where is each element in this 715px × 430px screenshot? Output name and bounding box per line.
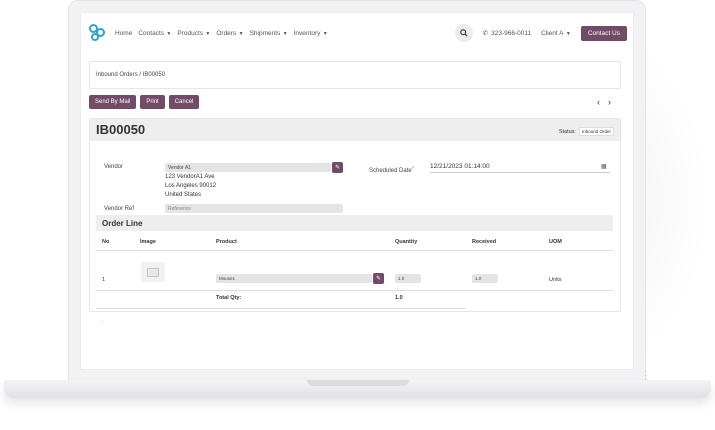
status-label: Status: [558, 128, 576, 135]
laptop-side-ports: · · · [645, 369, 647, 383]
col-header-image: Image [140, 239, 156, 245]
status-badge: Inbound Order [578, 127, 614, 136]
phone-link[interactable]: ✆ 323-966-0011 [482, 29, 532, 38]
col-header-quantity: Quantity [395, 239, 418, 245]
contact-us-button[interactable]: Contact Us [580, 25, 627, 41]
breadcrumb: Inbound Orders / IB00050 [89, 61, 621, 89]
header-divider [96, 250, 613, 251]
phone-icon: ✆ [482, 30, 489, 37]
vendor-ref-label: Vendor Ref [104, 206, 135, 212]
col-header-received: Received [472, 239, 497, 245]
search-icon[interactable] [454, 24, 473, 42]
app-screen: Home Contacts ▼ Products ▼ Orders ▼ Ship… [80, 12, 634, 370]
chevron-left-icon[interactable]: ‹ [597, 97, 600, 107]
vendor-label: Vendor [104, 164, 124, 170]
col-header-uom: UOM [549, 239, 562, 245]
uom-value: Units [549, 277, 562, 283]
scheduled-date-input[interactable]: 12/21/2023 01:14:00 [430, 163, 610, 173]
print-button[interactable]: Print [140, 95, 165, 109]
record-header: IB00050 Status: Inbound Order [90, 119, 620, 141]
col-header-product: Product [216, 239, 237, 245]
logo-icon[interactable] [89, 24, 107, 42]
vendor-address: 123 VendorA1 Ave Los Angeles 90012 Unite… [165, 173, 216, 200]
order-line-section: Order Line [96, 215, 613, 231]
phone-number: 323-966-0011 [491, 29, 532, 37]
caret-down-icon: ▼ [237, 30, 244, 37]
menu-products[interactable]: Products ▼ [177, 30, 210, 37]
cancel-button[interactable]: Cancel [168, 95, 200, 109]
user-menu[interactable]: Client A ▼ [541, 30, 571, 37]
menu-contacts[interactable]: Contacts ▼ [138, 30, 171, 37]
scheduled-date-label: Scheduled Date? [369, 165, 414, 174]
calendar-icon[interactable]: ▦ [601, 163, 607, 170]
breadcrumb-current: IB00050 [142, 72, 166, 78]
address-line: United States [165, 192, 202, 198]
caret-down-icon: ▼ [165, 30, 172, 37]
address-line: Los Angeles 90012 [165, 183, 217, 189]
address-line: 123 VendorA1 Ave [165, 174, 215, 180]
caret-down-icon: ▼ [204, 30, 211, 37]
help-mark: ? [411, 165, 414, 170]
laptop-notch [307, 380, 409, 386]
record-title: IB00050 [96, 122, 146, 137]
edit-icon[interactable]: ✎ [373, 273, 384, 284]
breadcrumb-parent[interactable]: Inbound Orders [96, 72, 138, 78]
total-divider [96, 308, 466, 309]
top-navbar: Home Contacts ▼ Products ▼ Orders ▼ Ship… [81, 13, 633, 53]
menu-shipments[interactable]: Shipments ▼ [250, 30, 288, 37]
footer-mark: . [101, 318, 103, 324]
received-field[interactable]: 1.0 [472, 274, 498, 283]
menu-orders[interactable]: Orders ▼ [216, 30, 243, 37]
row-number: 1 [102, 277, 106, 283]
menu-inventory[interactable]: Inventory ▼ [294, 30, 328, 37]
main-menu: Home Contacts ▼ Products ▼ Orders ▼ Ship… [115, 30, 328, 37]
form-sheet: IB00050 Status: Inbound Order Vendor Ven… [89, 118, 621, 312]
laptop-mockup: · · · Home Contacts ▼ Products ▼ Orders ▼ … [0, 0, 715, 430]
action-bar: Send By Mail Print Cancel [89, 95, 200, 109]
send-by-mail-button[interactable]: Send By Mail [89, 95, 137, 109]
menu-home[interactable]: Home [115, 30, 132, 37]
breadcrumb-separator: / [139, 72, 142, 78]
quantity-field[interactable]: 1.0 [395, 274, 421, 283]
record-pager: ‹ › [597, 97, 611, 107]
edit-icon[interactable]: ✎ [332, 162, 343, 173]
caret-down-icon: ▼ [281, 30, 288, 37]
row-divider [96, 290, 613, 291]
total-qty-value: 1.0 [395, 295, 403, 301]
caret-down-icon: ▼ [321, 30, 328, 37]
navbar-right: ✆ 323-966-0011 Client A ▼ Contact Us [454, 24, 627, 42]
caret-down-icon: ▼ [564, 30, 571, 37]
chevron-right-icon[interactable]: › [608, 97, 611, 107]
image-placeholder-icon [141, 262, 165, 282]
vendor-ref-input[interactable]: Reference [165, 204, 343, 213]
product-field[interactable]: Mouse1 [216, 274, 372, 283]
total-qty-label: Total Qty: [216, 295, 242, 301]
vendor-field[interactable]: Vendor A1 [165, 163, 331, 172]
status-indicator: Status: Inbound Order [559, 127, 614, 136]
col-header-no: No [102, 239, 110, 245]
